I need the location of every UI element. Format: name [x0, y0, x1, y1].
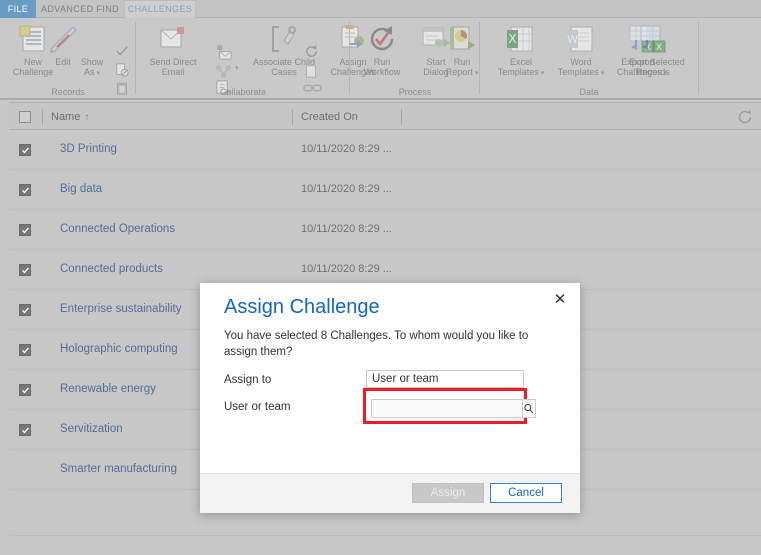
- dialog-description: You have selected 8 Challenges. To whom …: [224, 330, 529, 358]
- dialog-footer: Assign Cancel: [200, 473, 580, 513]
- lookup-search-button[interactable]: [522, 399, 536, 418]
- cancel-button[interactable]: Cancel: [490, 483, 562, 503]
- user-or-team-lookup: [371, 399, 536, 418]
- assign-to-label: Assign to: [224, 374, 272, 386]
- assign-button[interactable]: Assign: [412, 483, 484, 503]
- assign-to-value[interactable]: User or team: [366, 370, 524, 388]
- dialog-title: Assign Challenge: [224, 296, 380, 318]
- user-or-team-label: User or team: [224, 401, 291, 413]
- user-or-team-highlight-box: [363, 388, 536, 424]
- application-window: User Info FILE ADVANCED FIND CHALLENGES …: [0, 0, 761, 555]
- assign-challenge-dialog: ✕ Assign Challenge You have selected 8 C…: [200, 283, 580, 513]
- close-icon[interactable]: ✕: [552, 292, 568, 308]
- user-or-team-input[interactable]: [371, 399, 522, 418]
